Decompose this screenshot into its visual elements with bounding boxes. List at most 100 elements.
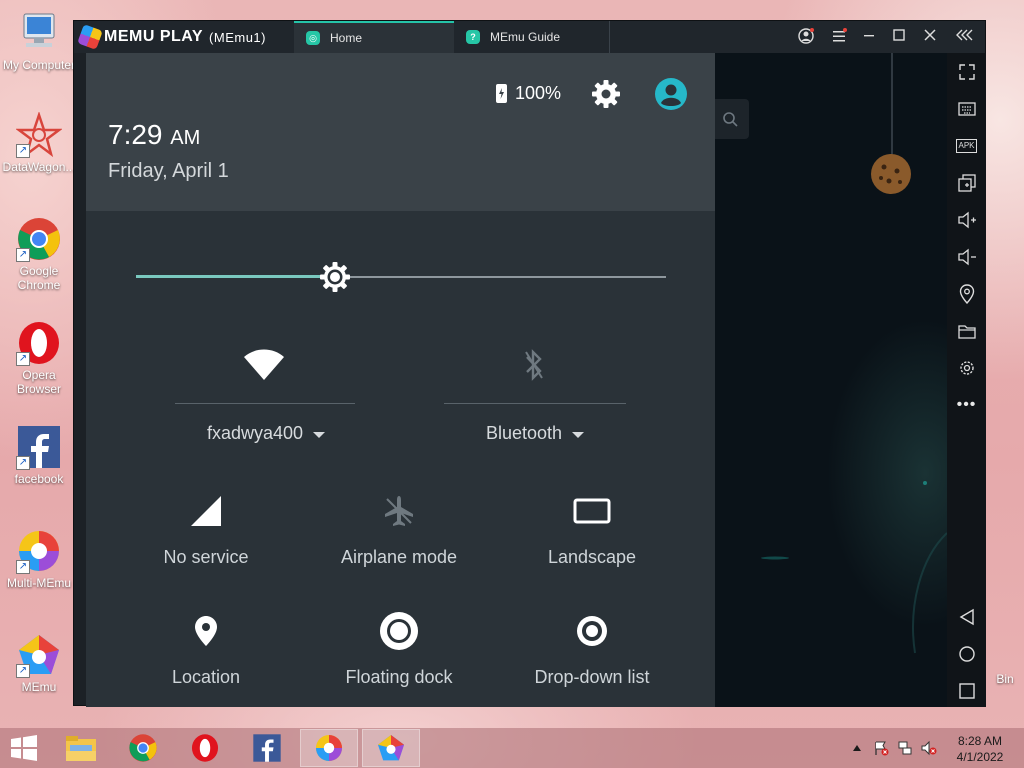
taskbar-file-explorer[interactable] [52,729,110,767]
facebook-icon [253,734,281,762]
fullscreen-icon[interactable] [956,61,977,82]
maximize-icon[interactable] [890,28,908,45]
shortcut-arrow-icon: ↗ [16,144,30,158]
taskbar-multi-memu[interactable] [300,729,358,767]
computer-icon [16,10,62,56]
settings-gear-icon[interactable] [591,79,621,109]
tab-memu-guide[interactable]: ? MEmu Guide [454,21,610,53]
recycle-bin-icon [995,640,1015,670]
dropdown-list-icon [502,611,682,651]
wifi-icon [174,345,354,385]
airplane-mode-tile[interactable]: Airplane mode [309,491,489,568]
taskbar-opera[interactable] [176,729,234,767]
location-icon[interactable] [956,283,977,304]
chevron-down-icon [313,431,326,438]
taskbar-chrome[interactable] [114,729,172,767]
landscape-icon [502,491,682,531]
chrome-icon: ↗ [16,216,62,262]
location-tile[interactable]: Location [116,611,296,688]
shortcut-arrow-icon: ↗ [16,560,30,574]
desktop-icon-my-computer[interactable]: My Computer [0,10,78,72]
bluetooth-dropdown[interactable]: Bluetooth [486,423,585,444]
minimize-icon[interactable] [860,28,878,45]
desktop-icon-chrome[interactable]: ↗ Google Chrome [0,216,78,292]
help-icon: ? [466,30,480,44]
floating-dock-icon [309,611,489,651]
taskbar-clock[interactable]: 8:28 AM 4/1/2022 [950,733,1010,765]
user-avatar-icon[interactable] [654,77,688,111]
settings-icon[interactable] [956,357,977,378]
tab-home[interactable]: ◎ Home [294,21,454,53]
signal-icon [116,491,296,531]
clock-date-text: 4/1/2022 [956,750,1004,764]
collapse-toolbar-icon[interactable] [956,28,974,45]
chevron-up-icon [853,745,861,751]
clock-time-text: 8:28 AM [957,734,1003,748]
start-button[interactable] [0,729,48,767]
recents-icon[interactable] [956,680,977,701]
clock-time: 7:29 AM [108,119,200,151]
desktop-icon-label: Opera Browser [16,368,61,396]
desktop-icon-label: MEmu [21,680,57,694]
floating-dock-tile[interactable]: Floating dock [309,611,489,688]
shortcut-arrow-icon: ↗ [16,456,30,470]
home-icon[interactable] [956,643,977,664]
bluetooth-tile[interactable] [444,345,624,385]
desktop-icon-recycle-bin[interactable]: Bin [985,640,1024,686]
file-explorer-icon [66,736,96,761]
landscape-tile[interactable]: Landscape [502,491,682,568]
tile-label: Floating dock [345,667,453,687]
action-center-icon[interactable] [870,729,892,767]
brightness-slider[interactable] [136,262,666,292]
tile-label: Airplane mode [340,547,458,567]
no-service-tile[interactable]: No service [116,491,296,568]
wifi-divider [175,403,355,404]
tab-label: MEmu Guide [490,30,561,44]
desktop-icon-label: My Computer [2,58,76,72]
volume-up-icon[interactable] [956,209,977,230]
taskbar-facebook[interactable] [238,729,296,767]
tile-label: Location [171,667,241,687]
close-icon[interactable] [921,28,939,45]
more-icon[interactable]: ••• [956,394,977,415]
keyboard-icon[interactable] [956,98,977,119]
taskbar: 8:28 AM 4/1/2022 [0,728,1024,768]
taskbar-memu[interactable] [362,729,420,767]
volume-down-icon[interactable] [956,246,977,267]
bluetooth-divider [444,403,626,404]
desktop-icon-label: DataWagon... [2,160,76,174]
network-icon[interactable] [894,729,916,767]
windows-logo-icon [11,735,37,761]
desktop-icon-memu[interactable]: ↗ MEmu [0,632,78,694]
drop-down-list-tile[interactable]: Drop-down list [502,611,682,688]
wifi-network-name: fxadwya400 [207,423,304,443]
wifi-tile[interactable] [174,345,354,385]
desktop-icon-datawagon[interactable]: ↗ DataWagon... [0,111,78,174]
multi-window-icon[interactable] [956,172,977,193]
bluetooth-icon [444,345,624,385]
desktop-icon-multi-memu[interactable]: ↗ Multi-MEmu [0,528,78,590]
desktop-icon-facebook[interactable]: ↗ facebook [0,424,78,486]
desktop-icon-label: Bin [996,672,1014,686]
home-search-button[interactable] [715,99,749,139]
brand-text: MEMU PLAY [104,28,204,45]
desktop-icon-label: Google Chrome [17,264,61,292]
back-icon[interactable] [956,606,977,627]
battery-percentage: 100% [515,83,562,103]
multi-memu-icon: ↗ [16,528,62,574]
volume-muted-icon[interactable] [918,729,940,767]
desktop-icon-opera[interactable]: ↗ Opera Browser [0,320,78,396]
chrome-icon [129,734,157,762]
opera-icon [191,734,219,762]
apk-install-button[interactable]: APK [956,135,977,156]
brightness-icon[interactable] [317,259,353,295]
quick-settings-header: 100% 7:29 AM Friday, April 1 [86,53,715,211]
wifi-network-dropdown[interactable]: fxadwya400 [207,423,326,444]
account-icon[interactable] [797,28,815,47]
time-ampm: AM [170,127,201,149]
desktop-icon-label: Multi-MEmu [6,576,71,590]
menu-icon[interactable] [830,28,848,47]
show-hidden-icons-button[interactable] [848,729,866,767]
slider-fill [136,275,336,278]
folder-icon[interactable] [956,320,977,341]
